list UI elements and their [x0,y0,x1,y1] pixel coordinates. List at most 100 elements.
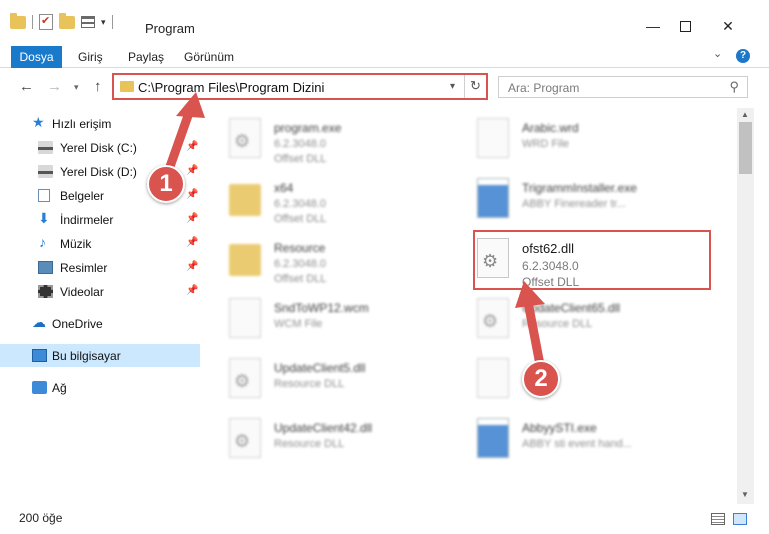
tab-file[interactable]: Dosya [11,46,62,68]
pin-icon[interactable]: 📌 [186,165,198,176]
sidebar-item-this-pc[interactable]: Bu bilgisayar [0,344,200,367]
file-type: Offset DLL [274,213,327,225]
blank-file-icon [229,298,261,338]
sidebar-item-local-disk-c[interactable]: Yerel Disk (C:) 📌 [0,136,200,159]
pin-icon[interactable]: 📌 [186,261,198,272]
drive-icon [38,165,53,178]
new-folder-icon[interactable] [59,12,75,29]
list-item[interactable]: UpdateClient5.dll Resource DLL [229,354,464,410]
title-bar: ▾ Program — ✕ [0,0,769,44]
item-count: 200 öğe [19,511,63,525]
expand-ribbon-chevron-icon[interactable]: ⌄ [713,47,722,60]
details-view-icon[interactable] [711,513,725,525]
network-icon [32,381,47,394]
sidebar-item-music[interactable]: ♪ Müzik 📌 [0,232,200,255]
search-icon[interactable]: ⚲ [729,79,739,95]
sidebar-item-label: Yerel Disk (D:) [60,165,137,179]
file-version: 6.2.3048.0 [274,258,326,270]
star-icon: ★ [32,114,45,130]
file-description: ABBY sti event hand... [522,438,632,450]
sidebar-item-label: Hızlı erişim [52,117,112,131]
exe-icon [477,178,509,218]
pin-icon[interactable]: 📌 [186,285,198,296]
dll-gear-icon [477,298,509,338]
view-options-icon[interactable] [81,16,95,28]
file-type: WRD File [522,138,570,150]
sidebar-item-network[interactable]: Ağ [0,376,200,399]
file-type: Resource DLL [274,438,345,450]
properties-check-icon[interactable] [39,14,53,30]
search-input[interactable]: Ara: Program ⚲ [498,76,748,98]
highlight-box [473,230,711,290]
pin-icon[interactable]: 📌 [186,189,198,200]
refresh-icon[interactable]: ↻ [464,75,486,98]
drive-icon [38,141,53,154]
forward-arrow-icon[interactable]: → [47,78,62,95]
sidebar-item-label: İndirmeler [60,213,114,227]
folder-icon[interactable] [10,12,26,29]
file-version: 6.2.3048.0 [274,198,326,210]
list-item[interactable]: UpdateClient42.dll Resource DLL [229,414,464,470]
list-item[interactable]: program.exe 6.2.3048.0 Offset DLL [229,114,464,170]
pin-icon[interactable]: 📌 [186,237,198,248]
tiles-view-icon[interactable] [733,513,747,525]
sidebar-item-videos[interactable]: Videolar 📌 [0,280,200,303]
file-type: Resource DLL [274,378,345,390]
address-bar[interactable]: C:\Program Files\Program Dizini ▾ ↻ [112,73,488,100]
close-button[interactable]: ✕ [705,14,751,38]
tab-share[interactable]: Paylaş [128,46,164,68]
list-item[interactable] [477,354,712,410]
list-item[interactable]: UpdateClient65.dll Resource DLL [477,294,712,350]
back-arrow-icon[interactable]: ← [19,78,34,95]
sidebar-item-label: Belgeler [60,189,105,203]
computer-icon [32,349,47,362]
pin-icon[interactable]: 📌 [186,141,198,152]
address-path[interactable]: C:\Program Files\Program Dizini [138,80,324,95]
help-icon[interactable]: ? [736,49,750,63]
file-type: WCM File [274,318,323,330]
scroll-up-icon[interactable]: ▲ [741,110,749,119]
file-type: Offset DLL [274,273,327,285]
list-item[interactable]: TrigrammInstaller.exe ABBY Finereader tr… [477,174,712,230]
close-icon: ✕ [722,17,734,34]
list-item[interactable]: Arabic.wrd WRD File [477,114,712,170]
pin-icon[interactable]: 📌 [186,213,198,224]
videos-icon [38,285,53,298]
up-arrow-icon[interactable]: ↑ [94,78,102,95]
dll-gear-icon [229,358,261,398]
documents-icon [38,189,50,202]
file-version: 6.2.3048.0 [274,138,326,150]
toolbar-separator [111,15,113,29]
sidebar-item-pictures[interactable]: Resimler 📌 [0,256,200,279]
sidebar-item-quick-access[interactable]: ★ Hızlı erişim [0,112,200,135]
file-name: AbbyySTI.exe [522,421,597,435]
sidebar-item-label: Videolar [60,285,104,299]
file-name: Arabic.wrd [522,121,579,135]
blank-file-icon [477,358,509,398]
exe-icon [477,418,509,458]
list-item[interactable]: SndToWP12.wcm WCM File [229,294,464,350]
vertical-scrollbar[interactable]: ▲ ▼ [737,108,754,504]
sidebar-item-label: Ağ [52,381,67,395]
address-dropdown-icon[interactable]: ▾ [450,81,455,92]
list-item[interactable]: Resource 6.2.3048.0 Offset DLL [229,234,464,290]
list-item[interactable]: AbbyySTI.exe ABBY sti event hand... [477,414,712,470]
sidebar-item-downloads[interactable]: ⬇ İndirmeler 📌 [0,208,200,231]
maximize-button[interactable] [662,14,708,38]
sidebar-item-onedrive[interactable]: ☁ OneDrive [0,312,200,335]
tab-home[interactable]: Giriş [78,46,103,68]
download-icon: ⬇ [38,210,50,226]
list-item[interactable]: x64 6.2.3048.0 Offset DLL [229,174,464,230]
scroll-thumb[interactable] [739,122,752,174]
ribbon-tabs: Dosya Giriş Paylaş Görünüm ⌄ ? [0,44,769,68]
maximize-icon [679,20,691,32]
recent-locations-chevron-icon[interactable]: ▾ [74,82,79,93]
file-name: UpdateClient5.dll [274,361,366,375]
sidebar-item-label: Resimler [60,261,108,275]
window-title: Program [145,21,195,36]
customize-toolbar-chevron-icon[interactable]: ▾ [101,17,106,28]
file-name: UpdateClient42.dll [274,421,373,435]
scroll-down-icon[interactable]: ▼ [741,490,749,499]
file-name: program.exe [274,121,342,135]
tab-view[interactable]: Görünüm [184,46,234,68]
